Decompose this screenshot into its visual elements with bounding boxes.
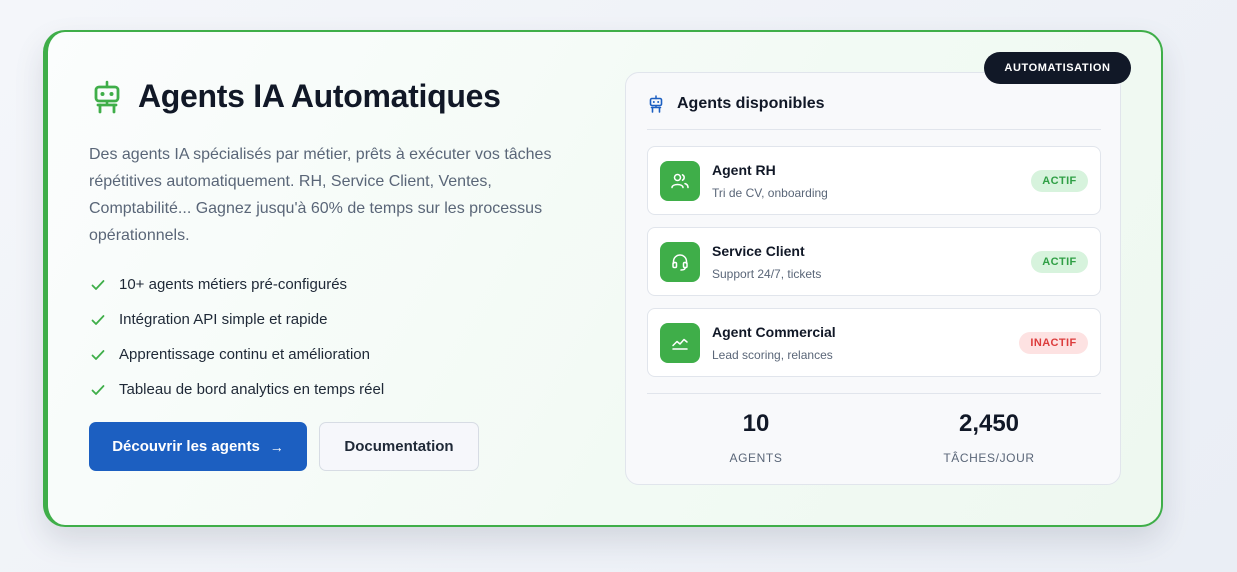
- agent-description: Lead scoring, relances: [712, 348, 833, 362]
- feature-item: Intégration API simple et rapide: [90, 302, 384, 337]
- check-icon: [91, 314, 105, 325]
- agent-description: Support 24/7, tickets: [712, 267, 822, 281]
- panel-title: Agents disponibles: [677, 95, 825, 112]
- status-badge: ACTIF: [1031, 251, 1088, 273]
- stat-agents: 10 AGENTS: [656, 409, 856, 465]
- documentation-button[interactable]: Documentation: [319, 422, 479, 471]
- agent-icon-tile: [660, 242, 700, 282]
- status-badge: ACTIF: [1031, 170, 1088, 192]
- robot-icon: [649, 95, 663, 113]
- feature-item: Apprentissage continu et amélioration: [90, 337, 384, 372]
- feature-label: Intégration API simple et rapide: [119, 311, 328, 328]
- agent-name: Service Client: [712, 243, 805, 259]
- agent-name: Agent RH: [712, 162, 776, 178]
- feature-item: 10+ agents métiers pré-configurés: [90, 267, 384, 302]
- users-icon: [671, 173, 689, 189]
- stat-value: 10: [742, 410, 770, 437]
- agent-name: Agent Commercial: [712, 324, 836, 340]
- divider: [647, 393, 1101, 394]
- robot-icon: [94, 80, 120, 113]
- divider: [647, 129, 1101, 130]
- stat-value: 2,450: [958, 410, 1020, 437]
- page-title: Agents IA Automatiques: [138, 78, 501, 114]
- chart-line-icon: [672, 338, 688, 350]
- category-badge: AUTOMATISATION: [984, 52, 1131, 84]
- check-icon: [91, 279, 105, 290]
- feature-list: 10+ agents métiers pré-configurés Intégr…: [90, 267, 384, 407]
- discover-agents-button[interactable]: Découvrir les agents →: [89, 422, 307, 471]
- check-icon: [91, 384, 105, 395]
- agents-panel: Agents disponibles Agent RH Tri de CV, o…: [625, 72, 1121, 485]
- discover-agents-label: Découvrir les agents: [112, 438, 260, 455]
- panel-header: Agents disponibles: [648, 95, 825, 113]
- feature-label: 10+ agents métiers pré-configurés: [119, 276, 348, 293]
- headset-icon: [672, 254, 688, 271]
- stat-label: AGENTS: [729, 451, 783, 465]
- feature-label: Apprentissage continu et amélioration: [119, 346, 370, 363]
- stat-label: TÂCHES/JOUR: [943, 451, 1035, 465]
- hero-description: Des agents IA spécialisés par métier, pr…: [89, 146, 552, 244]
- agent-card-commercial[interactable]: Agent Commercial Lead scoring, relances …: [647, 308, 1101, 377]
- arrow-right-icon: →: [269, 438, 284, 455]
- agent-description: Tri de CV, onboarding: [712, 186, 828, 200]
- agent-icon-tile: [660, 323, 700, 363]
- feature-item: Tableau de bord analytics en temps réel: [90, 372, 384, 407]
- hero-title-row: Agents IA Automatiques: [92, 78, 501, 115]
- check-icon: [91, 349, 105, 360]
- status-badge: INACTIF: [1019, 332, 1088, 354]
- agent-icon-tile: [660, 161, 700, 201]
- agent-card-rh[interactable]: Agent RH Tri de CV, onboarding ACTIF: [647, 146, 1101, 215]
- feature-label: Tableau de bord analytics en temps réel: [119, 381, 385, 398]
- agent-card-service-client[interactable]: Service Client Support 24/7, tickets ACT…: [647, 227, 1101, 296]
- stat-tasks: 2,450 TÂCHES/JOUR: [889, 409, 1089, 465]
